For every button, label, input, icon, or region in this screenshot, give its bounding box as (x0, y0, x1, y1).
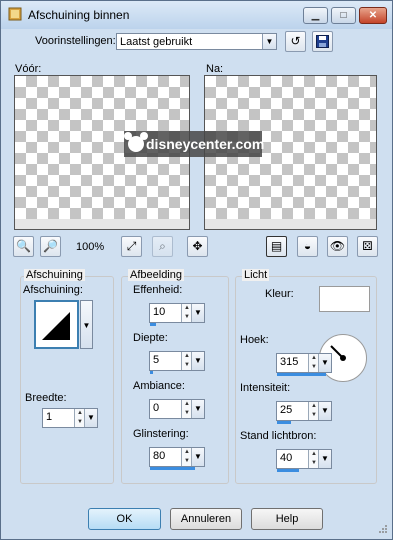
before-label: Vóór: (15, 63, 42, 75)
zoom-out-button[interactable]: 🔍 (13, 236, 34, 257)
image-field-value-1: 5 (153, 354, 160, 366)
chevron-down-icon[interactable]: ▼ (191, 448, 204, 466)
light-group-title: Licht (242, 269, 270, 281)
ok-button[interactable]: OK (88, 508, 161, 530)
bevel-shape-swatch[interactable] (34, 300, 79, 349)
proof-toggle-button[interactable]: ▤ (266, 236, 287, 257)
chevron-down-icon[interactable]: ▼ (191, 352, 204, 370)
image-field-value-3: 80 (153, 450, 166, 462)
watermark-text: disneycenter.com (146, 136, 265, 152)
image-field-spinner-1[interactable]: 5 ▲ ▼ ▼ (149, 351, 205, 374)
chevron-down-icon[interactable]: ▼ (262, 34, 276, 49)
image-field-spinner-2[interactable]: 0 ▲ ▼ ▼ (149, 399, 205, 419)
magnifier-disabled-icon: ⌕ (159, 239, 166, 253)
light-field-value-1: 25 (280, 404, 293, 416)
pan-button[interactable]: ✥ (187, 236, 208, 257)
chevron-down-icon[interactable]: ▼ (191, 400, 204, 418)
width-label: Breedte: (25, 392, 67, 404)
light-field-level-bar-1 (277, 421, 291, 424)
image-field-value-0: 10 (153, 306, 166, 318)
light-field-value-0: 315 (280, 356, 299, 368)
chevron-down-icon[interactable]: ▼ (318, 450, 331, 468)
zoom-actual-button[interactable]: ⌕ (152, 236, 173, 257)
image-field-label-0: Effenheid: (133, 284, 183, 296)
chevron-down-icon[interactable]: ▼ (84, 409, 97, 427)
light-field-label-0: Hoek: (240, 334, 269, 346)
image-field-label-1: Diepte: (133, 332, 168, 344)
image-field-label-3: Glinstering: (133, 428, 189, 440)
width-value: 1 (46, 411, 53, 423)
light-field-level-bar-2 (277, 469, 299, 472)
zoom-fit-button[interactable]: ⤢ (121, 236, 142, 257)
eye-icon: 👁 (329, 239, 346, 253)
presets-dropdown[interactable]: Laatst gebruikt ▼ (116, 33, 277, 50)
light-field-spinner-1[interactable]: 25 ▲ ▼ ▼ (276, 401, 332, 424)
preview-toggle-icon: ▤ (270, 239, 283, 253)
bevel-group-title: Afschuining (24, 269, 85, 281)
proof-button[interactable]: 👁 (327, 236, 348, 257)
magnifier-minus-icon: 🔍 (16, 239, 31, 253)
reset-button[interactable]: ↺ (285, 31, 306, 52)
bevel-shape-icon (42, 312, 70, 340)
eye-lock-icon: ◒ (303, 239, 312, 253)
watermark: disneycenter.com (124, 131, 265, 157)
dice-icon: ⚄ (362, 239, 373, 253)
presets-value: Laatst gebruikt (120, 36, 193, 48)
image-field-level-bar-0 (150, 323, 156, 326)
before-preview-scrollbar[interactable] (15, 219, 189, 229)
color-label: Kleur: (265, 288, 294, 300)
light-field-spinner-2[interactable]: 40 ▲ ▼ ▼ (276, 449, 332, 472)
chevron-down-icon[interactable]: ▼ (318, 354, 331, 372)
fit-window-icon: ⤢ (126, 239, 137, 253)
image-group-title: Afbeelding (128, 269, 184, 281)
light-color-swatch[interactable] (319, 286, 370, 312)
light-field-spinner-0[interactable]: 315 ▲ ▼ ▼ (276, 353, 332, 376)
image-field-label-2: Ambiance: (133, 380, 185, 392)
reset-icon: ↺ (290, 34, 301, 48)
randomize-button[interactable]: ⚄ (357, 236, 378, 257)
light-field-level-bar-0 (277, 373, 326, 376)
mickey-logo-icon (124, 132, 148, 152)
bevel-shape-dropdown[interactable]: ▼ (80, 300, 93, 349)
cancel-button[interactable]: Annuleren (170, 508, 242, 530)
after-preview-scrollbar[interactable] (205, 219, 376, 229)
title-bar[interactable]: Afschuining binnen ▁ □ ✕ (1, 1, 392, 29)
chevron-down-icon[interactable]: ▼ (318, 402, 331, 420)
after-label: Na: (206, 63, 224, 75)
width-spinner[interactable]: 1 ▲ ▼ ▼ (42, 408, 98, 428)
bevel-shape-label: Afschuining: (23, 284, 83, 296)
magnifier-plus-icon: 🔎 (43, 239, 58, 253)
close-button[interactable]: ✕ (359, 7, 387, 24)
light-field-label-2: Stand lichtbron: (240, 430, 317, 442)
light-field-value-2: 40 (280, 452, 293, 464)
image-field-spinner-0[interactable]: 10 ▲ ▼ ▼ (149, 303, 205, 326)
auto-proof-button[interactable]: ◒ (297, 236, 318, 257)
help-button[interactable]: Help (251, 508, 323, 530)
save-preset-button[interactable] (312, 31, 333, 52)
chevron-down-icon[interactable]: ▼ (191, 304, 204, 322)
floppy-save-icon (316, 35, 329, 48)
image-field-spinner-3[interactable]: 80 ▲ ▼ ▼ (149, 447, 205, 470)
app-icon (8, 7, 22, 21)
minimize-button[interactable]: ▁ (303, 7, 328, 24)
image-field-value-2: 0 (153, 402, 160, 414)
resize-grip-icon[interactable] (378, 524, 388, 534)
zoom-level: 100% (76, 241, 105, 253)
light-field-label-1: Intensiteit: (240, 382, 291, 394)
zoom-in-button[interactable]: 🔎 (40, 236, 61, 257)
move-cross-icon: ✥ (192, 239, 203, 253)
image-field-level-bar-3 (150, 467, 195, 470)
image-field-level-bar-1 (150, 371, 153, 374)
presets-label: Voorinstellingen: (35, 35, 116, 47)
window-title: Afschuining binnen (28, 8, 130, 22)
maximize-button[interactable]: □ (331, 7, 356, 24)
